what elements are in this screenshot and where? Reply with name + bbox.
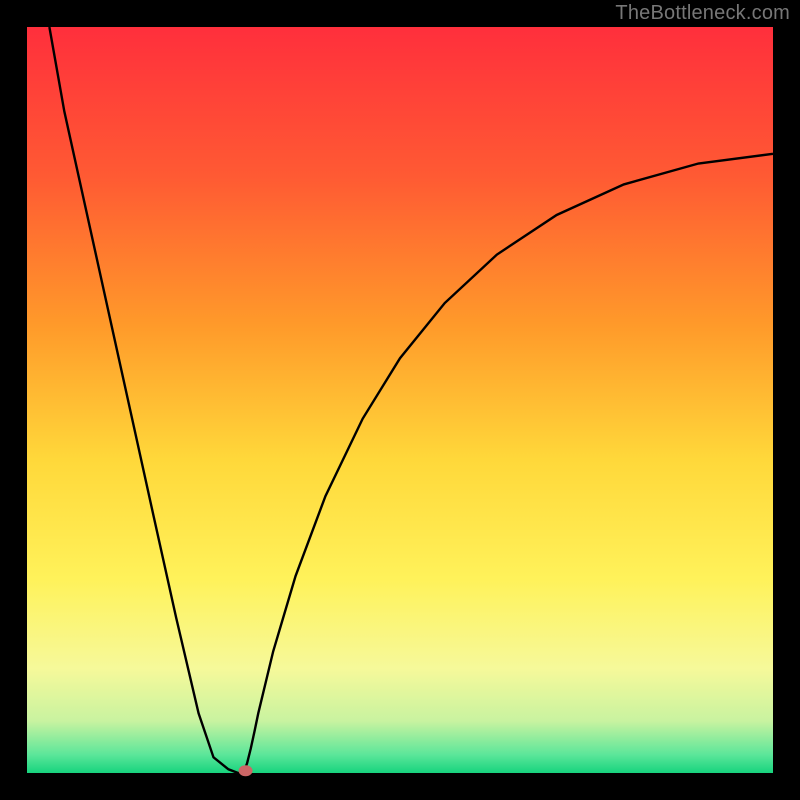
plot-background	[27, 27, 773, 773]
chart-frame: TheBottleneck.com	[0, 0, 800, 800]
watermark-text: TheBottleneck.com	[615, 2, 790, 25]
min-marker	[239, 765, 253, 776]
chart-svg	[0, 0, 800, 800]
